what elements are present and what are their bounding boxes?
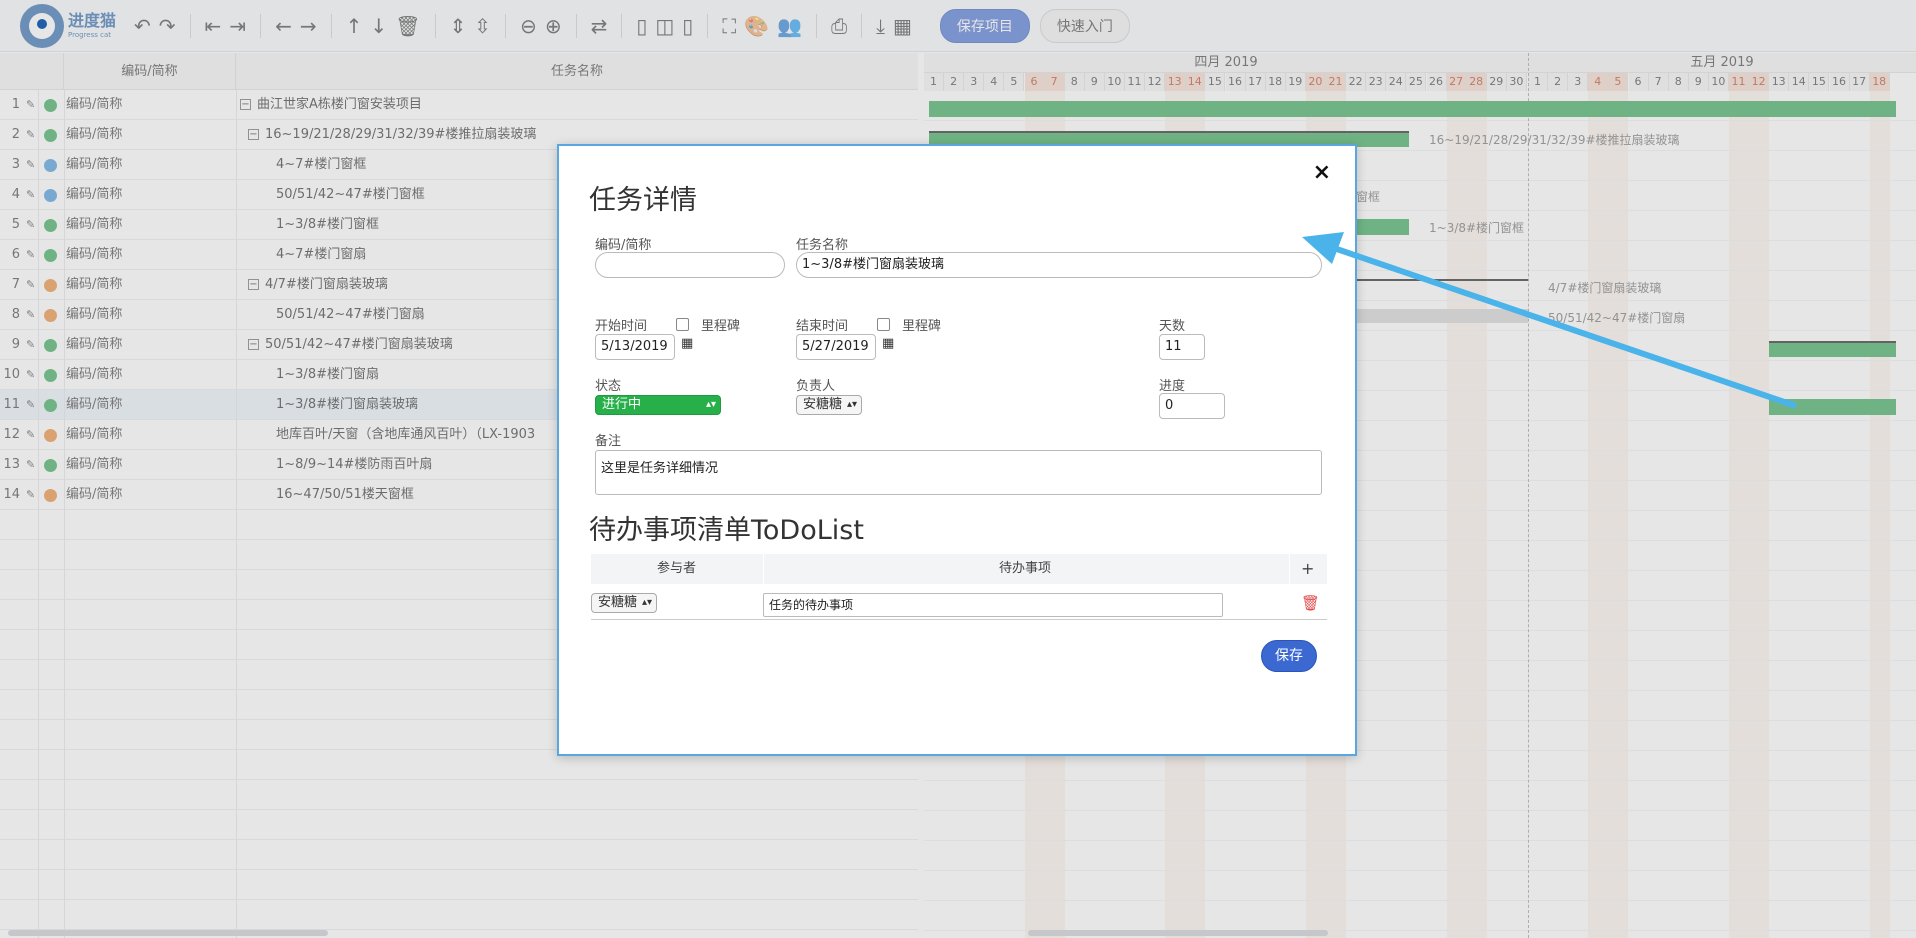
select-arrow-icon: ▴▾ bbox=[641, 597, 652, 608]
save-button[interactable]: 保存 bbox=[1261, 640, 1317, 672]
code-label: 编码/简称 bbox=[595, 238, 652, 253]
owner-label: 负责人 bbox=[796, 379, 836, 394]
todo-col-participant: 参与者 bbox=[657, 561, 697, 576]
days-label: 天数 bbox=[1159, 319, 1186, 334]
start-milestone-label: 里程碑 bbox=[701, 319, 741, 334]
end-date-input[interactable]: 5/27/2019 bbox=[796, 334, 876, 360]
modal-title: 任务详情 bbox=[589, 185, 697, 216]
progress-input[interactable]: 0 bbox=[1159, 393, 1225, 419]
todo-table-header: 参与者 待办事项 + bbox=[591, 554, 1327, 584]
todo-col-item: 待办事项 bbox=[999, 561, 1052, 576]
start-milestone-checkbox[interactable] bbox=[676, 318, 689, 331]
end-milestone-label: 里程碑 bbox=[902, 319, 942, 334]
end-milestone-checkbox[interactable] bbox=[877, 318, 890, 331]
notes-label: 备注 bbox=[595, 434, 622, 449]
calendar-icon[interactable]: ▦ bbox=[882, 336, 894, 351]
notes-textarea[interactable]: 这里是任务详细情况 bbox=[595, 450, 1322, 495]
todo-row: 安糖糖 ▴▾ 任务的待办事项 🗑 bbox=[591, 586, 1327, 620]
progress-label: 进度 bbox=[1159, 379, 1186, 394]
todo-add-button[interactable]: + bbox=[1301, 554, 1314, 584]
days-input[interactable]: 11 bbox=[1159, 334, 1205, 360]
status-value: 进行中 bbox=[602, 397, 642, 412]
status-label: 状态 bbox=[595, 379, 622, 394]
todo-participant-value: 安糖糖 bbox=[598, 595, 638, 610]
todo-title: 待办事项清单ToDoList bbox=[589, 515, 864, 546]
calendar-icon[interactable]: ▦ bbox=[681, 336, 693, 351]
todo-item-input[interactable]: 任务的待办事项 bbox=[763, 593, 1223, 617]
start-date-input[interactable]: 5/13/2019 bbox=[595, 334, 675, 360]
task-name-label: 任务名称 bbox=[796, 238, 849, 253]
close-icon[interactable]: × bbox=[1313, 160, 1331, 185]
owner-select[interactable]: 安糖糖 ▴▾ bbox=[796, 395, 862, 415]
select-arrow-icon: ▴▾ bbox=[705, 399, 716, 410]
select-arrow-icon: ▴▾ bbox=[846, 399, 857, 410]
code-input[interactable] bbox=[595, 252, 785, 278]
todo-participant-select[interactable]: 安糖糖 ▴▾ bbox=[591, 593, 657, 613]
start-time-label: 开始时间 bbox=[595, 319, 648, 334]
trash-icon[interactable]: 🗑 bbox=[1301, 594, 1320, 612]
task-name-input[interactable]: 1~3/8#楼门窗扇装玻璃 bbox=[796, 252, 1322, 278]
owner-value: 安糖糖 bbox=[803, 397, 843, 412]
end-time-label: 结束时间 bbox=[796, 319, 849, 334]
status-select[interactable]: 进行中 ▴▾ bbox=[595, 395, 721, 415]
task-detail-modal: 任务详情 × 编码/简称 任务名称 1~3/8#楼门窗扇装玻璃 开始时间 里程碑… bbox=[557, 144, 1357, 756]
